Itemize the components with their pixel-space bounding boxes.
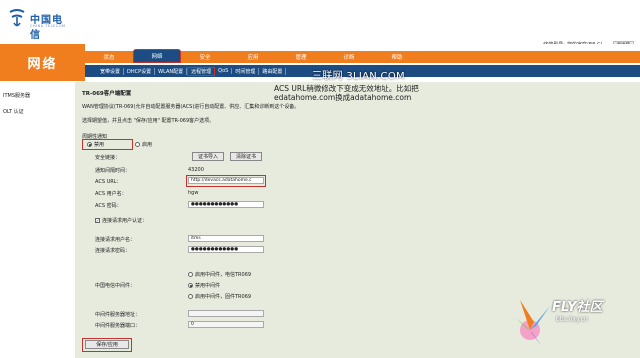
description-text: WAN管理协议(TR-069)允许自动配置服务器(ACS)进行自动配置、供应、汇… — [82, 104, 300, 110]
subtab-remote-management[interactable]: 远程管理 — [187, 66, 216, 76]
annotation-note: ACS URL稍微修改下变成无效地址。比如把edatahome.com换成ada… — [274, 84, 419, 102]
conn-password-input[interactable]: ●●●●●●●●●●●● — [188, 246, 264, 253]
tab-security[interactable]: 安全 — [181, 51, 229, 63]
acs-url-label: ACS URL： — [95, 179, 122, 185]
tab-diagnostics[interactable]: 诊断 — [325, 51, 373, 63]
radio-icon[interactable] — [87, 142, 92, 147]
tab-status[interactable]: 状态 — [85, 51, 133, 63]
acs-username-value: hgw — [188, 190, 199, 196]
middleware-addr-input[interactable] — [188, 310, 264, 317]
radio-icon[interactable] — [135, 142, 140, 147]
top-tabs: 状态 网络 安全 应用 管理 诊断 帮助 — [85, 49, 640, 63]
tab-help[interactable]: 帮助 — [373, 51, 421, 63]
conn-password-label: 连接请求密码： — [95, 248, 131, 254]
acs-url-input[interactable]: http://devacs.adatahome.c — [188, 177, 264, 184]
header: 中国电信 CHINA TELECOM — [0, 0, 640, 41]
middleware-label: 中国电信中间件： — [95, 283, 136, 289]
fly-logo-name: FLY社区 — [552, 300, 603, 315]
page-title: TR-069客户端配置 — [82, 91, 132, 97]
middleware-option-3-label: 启用中间件，固件TR069 — [195, 294, 252, 300]
subtab-wlan[interactable]: WLAN配置 — [155, 67, 188, 75]
acs-password-label: ACS 密码： — [95, 203, 122, 209]
middleware-option-2[interactable]: 禁用中间件 — [188, 282, 220, 289]
fly-community-logo: FLY社区 bbs.0xy.cn — [510, 292, 635, 354]
subtab-qos[interactable]: QoS — [215, 68, 233, 74]
import-cert-button[interactable]: 证书导入 — [192, 152, 224, 161]
periodic-disable-label: 禁用 — [94, 142, 105, 148]
watermark-3lian: 三联网 3LIAN.COM — [312, 71, 405, 82]
brand-name-en: CHINA TELECOM — [30, 24, 66, 28]
instruction-text: 选择期望值，并且点击 "保存/应用" 配置TR-069客户选项。 — [82, 118, 215, 124]
conn-username-label: 连接请求用户名： — [95, 237, 136, 243]
conn-auth-option[interactable]: ✓ 连接请求用户认证： — [95, 217, 147, 224]
checkbox-icon[interactable]: ✓ — [95, 218, 100, 223]
china-telecom-logo: 中国电信 CHINA TELECOM — [8, 6, 70, 41]
interval-label: 通知间隔时间： — [95, 168, 131, 174]
middleware-addr-label: 中间件服务器地址： — [95, 312, 141, 318]
tab-application[interactable]: 应用 — [229, 51, 277, 63]
acs-password-input[interactable]: ●●●●●●●●●●●● — [188, 201, 264, 208]
middleware-port-label: 中间件服务器端口： — [95, 323, 141, 329]
conn-username-input[interactable]: itms — [188, 235, 264, 242]
periodic-disable-option[interactable]: 禁用 — [87, 141, 104, 148]
subtab-dhcp[interactable]: DHCP设置 — [124, 67, 156, 75]
security-label: 安全链接： — [95, 155, 121, 161]
periodic-enable-option[interactable]: 启用 — [135, 141, 152, 148]
middleware-port-input[interactable]: 0 — [188, 321, 264, 328]
radio-icon[interactable] — [188, 272, 193, 277]
sidebar-item-olt[interactable]: OLT 认证 — [3, 108, 24, 115]
subtab-time[interactable]: 时间管理 — [232, 67, 260, 75]
periodic-enable-label: 启用 — [142, 142, 153, 148]
middleware-option-1-label: 启用中间件，电信TR069 — [195, 272, 252, 278]
tab-management[interactable]: 管理 — [277, 51, 325, 63]
radio-icon[interactable] — [188, 283, 193, 288]
middleware-option-1[interactable]: 启用中间件，电信TR069 — [188, 271, 251, 278]
sidebar-item-itms[interactable]: ITMS服务器 — [3, 92, 30, 99]
save-apply-button[interactable]: 保存/应用 — [85, 340, 129, 349]
middleware-option-3[interactable]: 启用中间件，固件TR069 — [188, 293, 251, 300]
radio-icon[interactable] — [188, 294, 193, 299]
fly-logo-url: bbs.0xy.cn — [556, 316, 588, 323]
tab-network[interactable]: 网络 — [133, 49, 181, 63]
subtab-broadband[interactable]: 宽带设置 — [97, 67, 125, 75]
sidebar: ITMS服务器 OLT 认证 — [0, 82, 75, 358]
subtab-routing[interactable]: 路由配置 — [259, 67, 287, 75]
acs-username-label: ACS 用户名： — [95, 191, 127, 197]
section-label: 网络 — [0, 44, 85, 81]
telecom-logo-icon — [9, 9, 25, 27]
interval-value: 43200 — [188, 167, 204, 173]
conn-auth-label: 连接请求用户认证： — [102, 218, 148, 224]
middleware-option-2-label: 禁用中间件 — [195, 283, 221, 289]
clear-cert-button[interactable]: 清除证书 — [230, 152, 262, 161]
